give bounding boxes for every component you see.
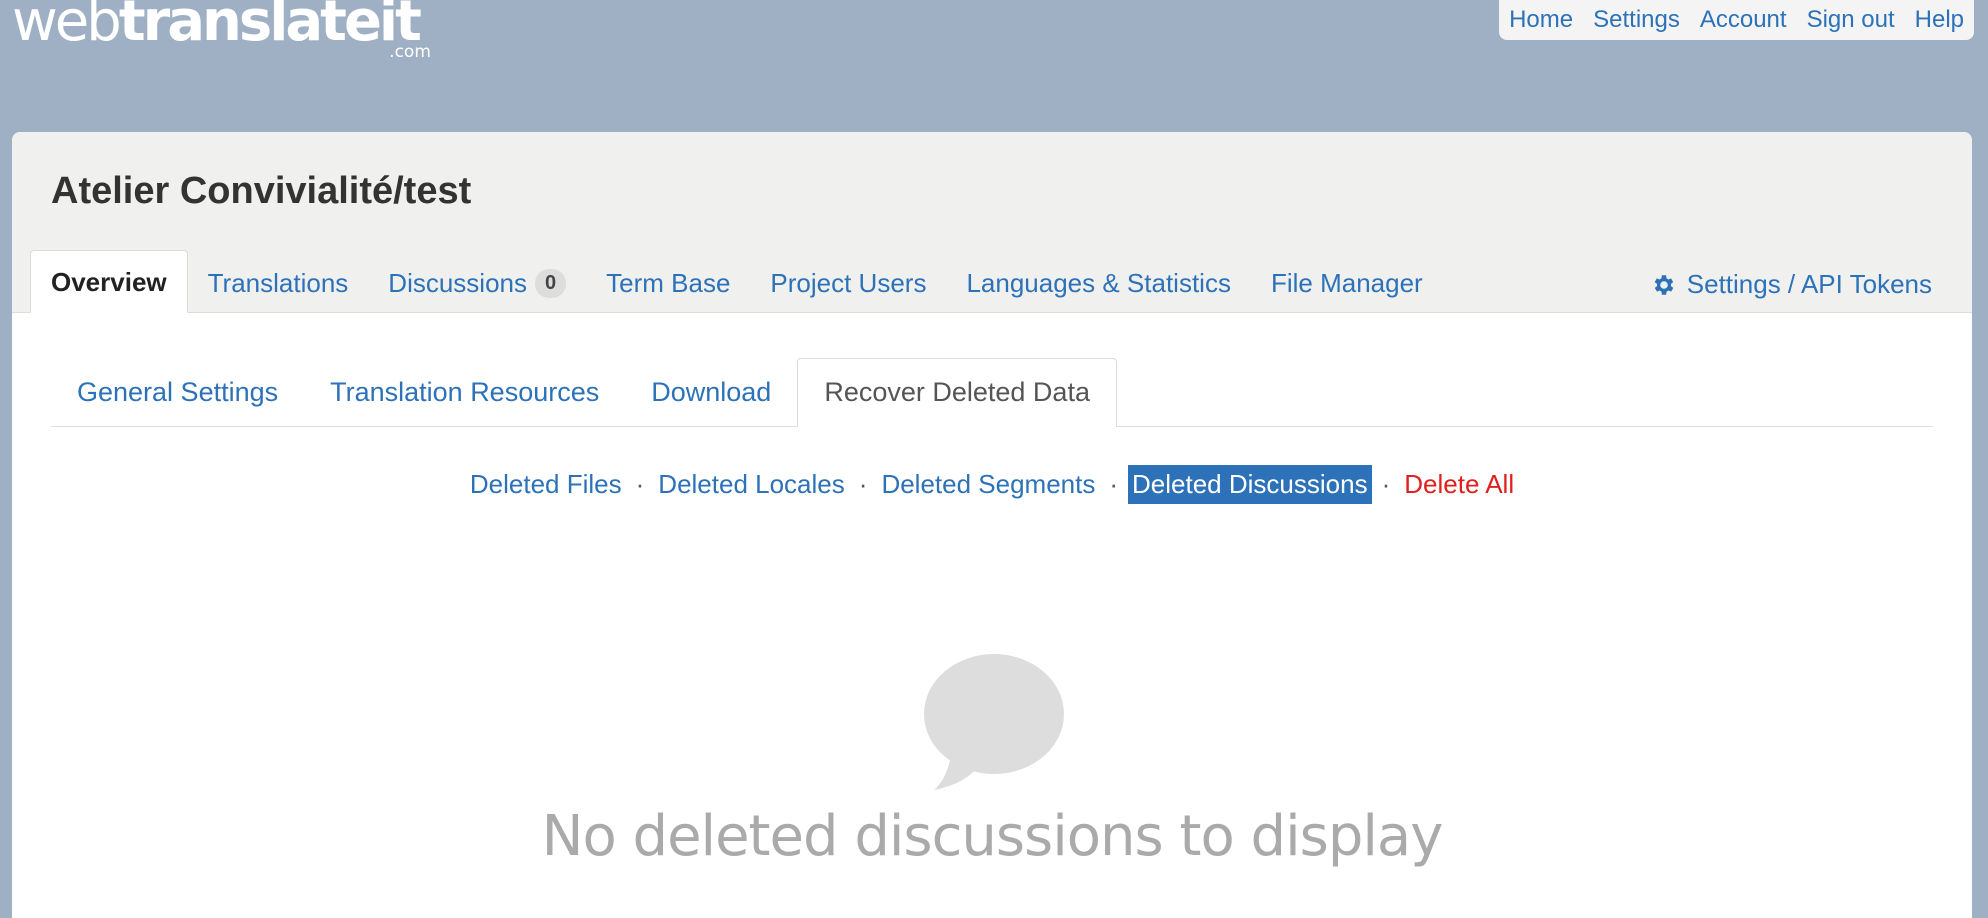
tab-file-manager[interactable]: File Manager xyxy=(1251,252,1443,313)
tab-discussions-label: Discussions xyxy=(388,268,528,298)
subtab-general-settings[interactable]: General Settings xyxy=(51,359,304,426)
speech-bubble-icon xyxy=(924,654,1064,790)
settings-api-tokens-link[interactable]: Settings / API Tokens xyxy=(1651,269,1932,300)
tab-languages-statistics[interactable]: Languages & Statistics xyxy=(946,252,1251,313)
nav-sign-out-link[interactable]: Sign out xyxy=(1807,6,1895,34)
tab-project-users[interactable]: Project Users xyxy=(750,252,946,313)
webtranslateit-logo[interactable]: webtranslateit .com xyxy=(12,0,431,61)
separator-dot: · xyxy=(858,469,868,499)
recover-links: Deleted Files · Deleted Locales · Delete… xyxy=(12,465,1972,504)
gear-icon xyxy=(1654,274,1674,295)
settings-sub-tabs: General Settings Translation Resources D… xyxy=(51,354,1933,427)
delete-all-link[interactable]: Delete All xyxy=(1400,465,1518,504)
subtab-recover-deleted-data[interactable]: Recover Deleted Data xyxy=(797,358,1117,427)
tab-discussions[interactable]: Discussions 0 xyxy=(368,252,586,313)
subtab-download[interactable]: Download xyxy=(625,359,797,426)
empty-state-message: No deleted discussions to display xyxy=(541,804,1444,869)
deleted-locales-link[interactable]: Deleted Locales xyxy=(654,465,848,504)
tab-term-base[interactable]: Term Base xyxy=(586,252,750,313)
project-header: Atelier Convivialité/test Overview Trans… xyxy=(12,132,1972,313)
tab-overview[interactable]: Overview xyxy=(30,250,188,313)
settings-api-tokens-label: Settings / API Tokens xyxy=(1686,269,1932,299)
separator-dot: · xyxy=(1109,469,1119,499)
subtab-translation-resources[interactable]: Translation Resources xyxy=(304,359,625,426)
deleted-discussions-link[interactable]: Deleted Discussions xyxy=(1128,465,1372,504)
logo-text-dotcom: .com xyxy=(389,42,431,62)
tab-translations[interactable]: Translations xyxy=(188,252,369,313)
discussions-count-badge: 0 xyxy=(535,269,567,298)
separator-dot: · xyxy=(635,469,645,499)
nav-account-link[interactable]: Account xyxy=(1700,6,1787,34)
deleted-segments-link[interactable]: Deleted Segments xyxy=(877,465,1099,504)
nav-help-link[interactable]: Help xyxy=(1915,6,1964,34)
nav-settings-link[interactable]: Settings xyxy=(1593,6,1680,34)
top-navigation: Home Settings Account Sign out Help xyxy=(1499,0,1974,40)
separator-dot: · xyxy=(1381,469,1391,499)
project-panel: Atelier Convivialité/test Overview Trans… xyxy=(12,132,1972,918)
main-tabs: Overview Translations Discussions 0 Term… xyxy=(30,250,1443,313)
nav-home-link[interactable]: Home xyxy=(1509,6,1573,34)
logo-text-translateit: translateit xyxy=(118,0,422,54)
logo-text-web: web xyxy=(12,0,122,54)
project-title: Atelier Convivialité/test xyxy=(51,170,472,212)
deleted-files-link[interactable]: Deleted Files xyxy=(466,465,626,504)
